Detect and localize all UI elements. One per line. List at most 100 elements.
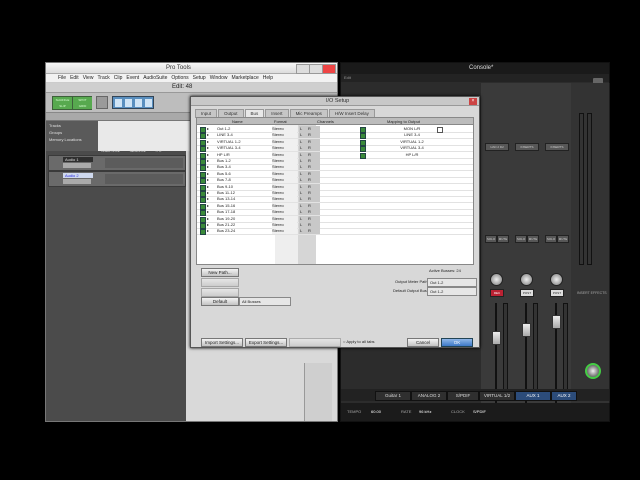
bus-name[interactable]: Bus 21-22	[217, 222, 267, 228]
inserts-label[interactable]: INSERTS	[515, 143, 539, 151]
default-button[interactable]: Default	[201, 297, 239, 306]
mute-button[interactable]: MUTE	[497, 235, 509, 243]
bus-name[interactable]: Bus 11-12	[217, 190, 267, 196]
mapping-to-output[interactable]: HP L/R	[387, 152, 437, 158]
expand-triangle-icon[interactable]: ▸	[207, 177, 209, 183]
bus-name[interactable]: Bus 15-16	[217, 203, 267, 209]
channel-name[interactable]: Guitar 1	[375, 391, 411, 401]
expand-triangle-icon[interactable]: ▸	[207, 152, 209, 158]
bus-name[interactable]: Bus 3-4	[217, 164, 267, 170]
grabber-tool-icon[interactable]	[135, 99, 142, 107]
menu-marketplace[interactable]: Marketplace	[231, 74, 258, 82]
minimize-button[interactable]	[296, 64, 310, 74]
mapping-to-output[interactable]: MON L/R	[387, 126, 437, 132]
monitor-level-knob[interactable]	[585, 363, 601, 379]
bus-format[interactable]: Stereo	[272, 183, 297, 190]
post-button[interactable]: POST	[520, 289, 534, 297]
bus-name[interactable]: HP L/R	[217, 152, 267, 158]
mode-slip[interactable]: SLIP	[53, 103, 72, 109]
uad-plugin-slot[interactable]: UAD 2 D2	[485, 143, 509, 151]
bus-name[interactable]: Bus 1-2	[217, 158, 267, 164]
bus-format[interactable]: Stereo	[272, 138, 297, 145]
expand-triangle-icon[interactable]: ▸	[207, 222, 209, 228]
selector-tool-icon[interactable]	[125, 99, 132, 107]
bus-format[interactable]: Stereo	[272, 190, 297, 196]
bus-format[interactable]: Stereo	[272, 170, 297, 177]
menu-window[interactable]: Window	[210, 74, 228, 82]
mute-button[interactable]: MUTE	[527, 235, 539, 243]
expand-triangle-icon[interactable]: ▸	[207, 228, 209, 234]
default-output-bus-select[interactable]: Out 1-2	[427, 287, 477, 296]
expand-triangle-icon[interactable]: ▸	[207, 158, 209, 164]
bus-format[interactable]: Stereo	[272, 177, 297, 184]
scrollbar-area[interactable]	[304, 363, 332, 421]
channel-name-aux-2[interactable]: AUX 2	[551, 391, 577, 401]
zoom-tool-icon[interactable]	[96, 96, 108, 109]
rate-value[interactable]: 96 kHz	[419, 409, 431, 414]
bus-format[interactable]: Stereo	[272, 202, 297, 209]
edit-window-title-bar[interactable]: Edit: 48	[46, 83, 337, 93]
all-busses-select[interactable]: All Busses	[239, 297, 291, 306]
expand-triangle-icon[interactable]: ▸	[207, 132, 209, 138]
mapping-to-output[interactable]: LINE 3-4	[387, 132, 437, 138]
menu-clip[interactable]: Clip	[114, 74, 123, 82]
menu-options[interactable]: Options	[171, 74, 188, 82]
bus-name[interactable]: Bus 19-20	[217, 216, 267, 222]
menu-edit[interactable]: Edit	[70, 74, 79, 82]
bus-format[interactable]: Stereo	[272, 145, 297, 152]
tracks-list-item[interactable]: Memory Locations	[49, 137, 82, 142]
track-buttons[interactable]	[63, 179, 91, 184]
track-audio-2[interactable]: Audio 2	[48, 171, 186, 187]
new-path-button[interactable]: New Path...	[201, 268, 239, 277]
bus-name[interactable]: LINE 3-4	[217, 132, 267, 138]
close-button[interactable]	[322, 64, 336, 74]
menu-help[interactable]: Help	[263, 74, 273, 82]
fader[interactable]	[492, 331, 501, 345]
trim-tool-icon[interactable]	[115, 99, 122, 107]
menu-file[interactable]: File	[58, 74, 66, 82]
mapping-to-output[interactable]: VIRTUAL 1-2	[387, 139, 437, 145]
pan-knob[interactable]	[550, 273, 563, 286]
expand-triangle-icon[interactable]: ▸	[207, 126, 209, 132]
bus-format[interactable]: Stereo	[272, 132, 297, 139]
expand-triangle-icon[interactable]: ▸	[207, 190, 209, 196]
expand-triangle-icon[interactable]: ▸	[207, 164, 209, 170]
import-settings-button[interactable]: Import Settings...	[201, 338, 243, 347]
expand-triangle-icon[interactable]: ▸	[207, 196, 209, 202]
tracks-list-item[interactable]: Tracks	[49, 123, 61, 128]
pro-tools-title-bar[interactable]: Pro Tools	[46, 63, 337, 74]
fader[interactable]	[522, 323, 531, 337]
channel-name[interactable]: S/PDIF	[447, 391, 479, 401]
bus-name[interactable]: VIRTUAL 1-2	[217, 139, 267, 145]
track-audio-1[interactable]: Audio 1	[48, 155, 186, 171]
track-inserts-lane[interactable]	[105, 158, 183, 168]
solo-button[interactable]: SOLO	[485, 235, 497, 243]
output-meter-path-select[interactable]: Out 1-2	[427, 278, 477, 287]
menu-event[interactable]: Event	[126, 74, 139, 82]
bus-format[interactable]: Stereo	[272, 158, 297, 164]
bus-format[interactable]: Stereo	[272, 228, 297, 235]
export-settings-button[interactable]: Export Settings...	[245, 338, 287, 347]
expand-triangle-icon[interactable]: ▸	[207, 171, 209, 177]
rec-button[interactable]: REC	[490, 289, 504, 297]
pan-knob[interactable]	[520, 273, 533, 286]
mapping-to-output[interactable]: VIRTUAL 3-4	[387, 145, 437, 151]
maximize-button[interactable]	[309, 64, 323, 74]
post-button[interactable]: POST	[550, 289, 564, 297]
io-setup-title-bar[interactable]: I/O Setup ×	[191, 97, 479, 106]
bus-name[interactable]: VIRTUAL 3-4	[217, 145, 267, 151]
track-name[interactable]: Audio 1	[63, 157, 93, 162]
pan-knob[interactable]	[490, 273, 503, 286]
console-menu[interactable]: Edit	[341, 74, 609, 82]
tempo-value[interactable]: 60.00	[371, 409, 381, 414]
solo-button[interactable]: SOLO	[515, 235, 527, 243]
ok-button[interactable]: OK	[441, 338, 473, 347]
bus-format[interactable]: Stereo	[272, 164, 297, 171]
bus-name[interactable]: Bus 9-10	[217, 184, 267, 190]
bus-row[interactable]: ▸ Bus 23-24 Stereo L R	[197, 228, 473, 236]
solo-button[interactable]: SOLO	[545, 235, 557, 243]
bus-name[interactable]: Bus 23-24	[217, 228, 267, 234]
inserts-label[interactable]: INSERTS	[545, 143, 569, 151]
clock-value[interactable]: S/PDIF	[473, 409, 486, 414]
pencil-tool-icon[interactable]	[145, 99, 152, 107]
